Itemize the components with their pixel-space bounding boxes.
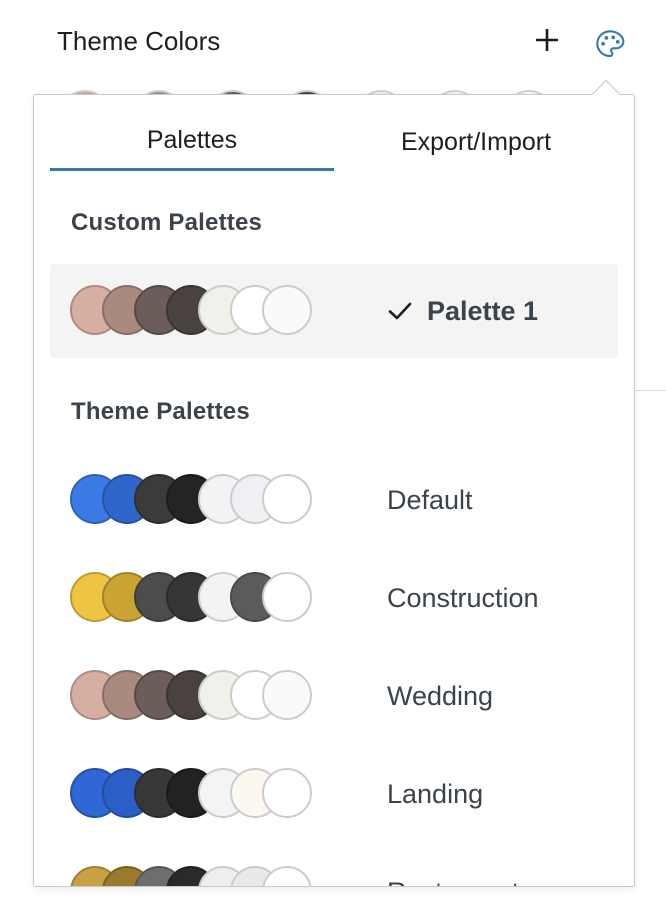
tab-palettes[interactable]: Palettes (50, 113, 334, 171)
tab-export-import[interactable]: Export/Import (334, 113, 618, 171)
custom-palettes-heading: Custom Palettes (71, 209, 263, 236)
panel-divider (635, 390, 666, 391)
panel-title: Theme Colors (57, 26, 221, 56)
theme-palette-row-construction[interactable]: Construction (50, 551, 618, 645)
palette-icon (596, 30, 625, 58)
add-color-button[interactable] (527, 20, 567, 60)
palette-swatches (70, 866, 330, 886)
palette-name-label: Palette 1 (427, 295, 539, 326)
palette-name: Restaurant (387, 845, 519, 887)
palette-swatches (70, 572, 330, 624)
palette-name: Construction (387, 582, 539, 613)
theme-colors-header: Theme Colors (0, 0, 666, 84)
color-swatch (262, 474, 312, 524)
palette-name: Landing (387, 778, 484, 809)
palette-swatches (70, 768, 330, 820)
palette-name: Palette 1 (387, 264, 538, 358)
palette-name: Default (387, 484, 473, 515)
theme-palette-row-restaurant[interactable]: Restaurant (50, 845, 618, 887)
theme-palette-row-landing[interactable]: Landing (50, 747, 618, 841)
palette-name: Wedding (387, 680, 494, 711)
palette-swatches (70, 670, 330, 722)
color-swatch (262, 768, 312, 818)
custom-palette-row[interactable]: Palette 1 (50, 264, 618, 358)
check-icon (388, 302, 412, 320)
color-swatch (262, 866, 312, 886)
color-swatch (262, 572, 312, 622)
color-swatch (262, 285, 312, 335)
palette-tabs: Palettes Export/Import (50, 113, 618, 173)
theme-palette-row-default[interactable]: Default (50, 453, 618, 547)
palette-popover: Palettes Export/Import Custom Palettes P… (33, 94, 635, 887)
theme-palette-row-wedding[interactable]: Wedding (50, 649, 618, 743)
palette-swatches (70, 285, 330, 337)
plus-icon (536, 29, 558, 51)
palette-swatches (70, 474, 330, 526)
color-swatch (262, 670, 312, 720)
theme-palettes-heading: Theme Palettes (71, 398, 250, 425)
palette-button[interactable] (588, 22, 632, 66)
